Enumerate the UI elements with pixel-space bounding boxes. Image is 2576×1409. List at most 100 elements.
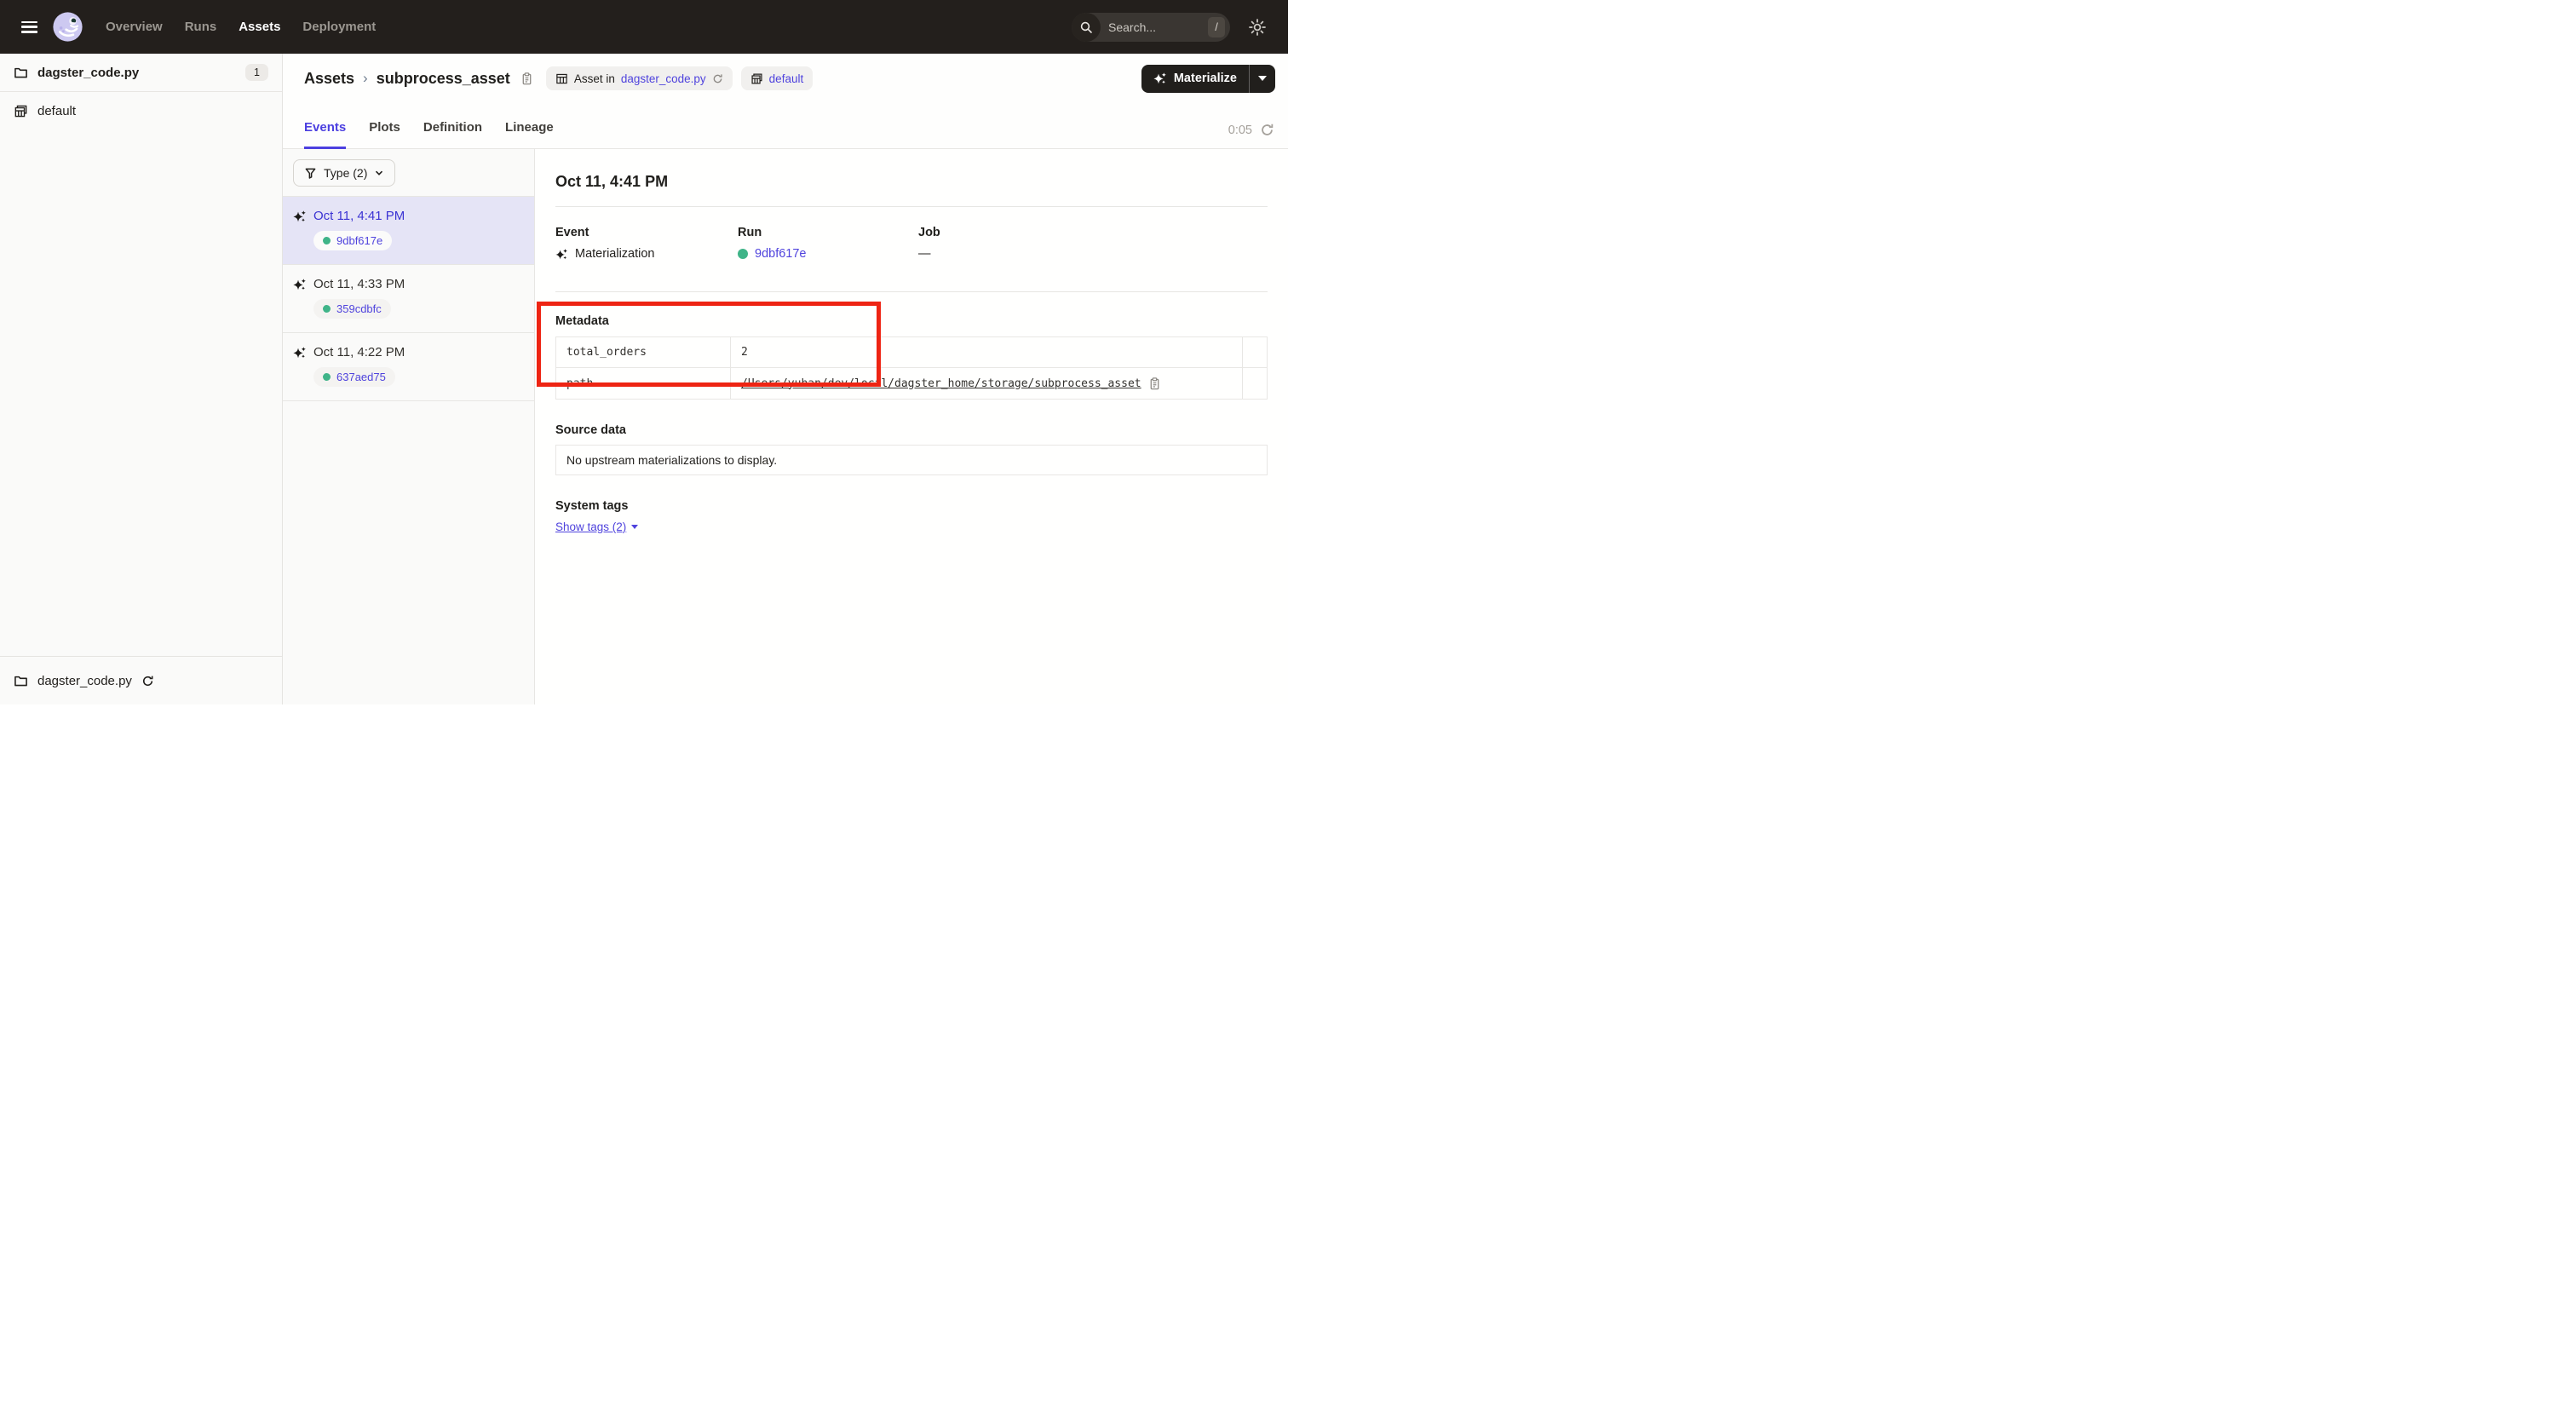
filter-funnel-icon xyxy=(304,167,317,180)
copy-asset-name-icon[interactable] xyxy=(520,72,533,86)
type-filter-button[interactable]: Type (2) xyxy=(293,159,395,187)
run-id-link[interactable]: 9dbf617e xyxy=(755,247,806,261)
breadcrumb: Assets › subprocess_asset xyxy=(304,70,533,88)
run-id-label: 359cdbfc xyxy=(336,302,382,315)
event-list-item[interactable]: Oct 11, 4:33 PM 359cdbfc xyxy=(283,265,534,333)
job-value: — xyxy=(918,247,931,261)
event-list-item[interactable]: Oct 11, 4:41 PM 9dbf617e xyxy=(283,197,534,265)
menu-icon[interactable] xyxy=(21,21,37,33)
events-list-panel: Type (2) Oct 11, 4:41 PM xyxy=(283,149,535,704)
asset-group-icon xyxy=(14,104,28,118)
metadata-actions-cell xyxy=(1243,368,1267,399)
event-type-value: Materialization xyxy=(575,247,655,261)
asset-group-icon xyxy=(750,72,763,85)
materialize-label: Materialize xyxy=(1174,72,1237,85)
dagster-logo[interactable] xyxy=(52,11,83,43)
nav-deployment[interactable]: Deployment xyxy=(302,20,376,34)
run-id-label: 637aed75 xyxy=(336,371,386,383)
metadata-value: /Users/yuhan/dev/local/dagster_home/stor… xyxy=(731,368,1243,399)
sidebar-count-badge: 1 xyxy=(245,64,268,81)
materialization-sparkle-icon xyxy=(293,346,307,359)
type-filter-label: Type (2) xyxy=(324,166,367,180)
settings-gear-icon[interactable] xyxy=(1248,18,1267,37)
chip-asset-group[interactable]: default xyxy=(741,66,814,90)
metadata-key: path xyxy=(556,368,731,399)
refresh-icon[interactable] xyxy=(712,73,723,84)
system-tags-heading: System tags xyxy=(555,499,1268,513)
caret-down-icon xyxy=(631,525,638,529)
asset-page-header: Assets › subprocess_asset Asset in dagst… xyxy=(283,54,1288,103)
sidebar-item-code-location[interactable]: dagster_code.py 1 xyxy=(0,54,282,92)
metadata-table: total_orders 2 path /Users/yuhan/dev/loc… xyxy=(555,336,1268,400)
folder-icon xyxy=(14,66,28,80)
sidebar-item-label: dagster_code.py xyxy=(37,66,139,80)
sidebar-item-default-group[interactable]: default xyxy=(0,92,282,130)
event-label: Event xyxy=(555,226,738,239)
event-detail-panel: Oct 11, 4:41 PM Event Run Job Materializ… xyxy=(535,149,1288,704)
materialization-sparkle-icon xyxy=(555,248,568,261)
search-placeholder: Search... xyxy=(1108,20,1208,34)
primary-nav: Overview Runs Assets Deployment xyxy=(106,20,376,34)
search-shortcut-key: / xyxy=(1208,17,1225,37)
metadata-actions-cell xyxy=(1243,337,1267,368)
source-data-empty-box: No upstream materializations to display. xyxy=(555,445,1268,475)
dagster-app: Overview Runs Assets Deployment Search..… xyxy=(0,0,1288,704)
folder-icon xyxy=(14,674,28,688)
chip-code-location-link[interactable]: dagster_code.py xyxy=(621,72,706,85)
event-info-grid: Event Run Job Materialization 9dbf617e xyxy=(555,226,1268,261)
event-timestamp-link[interactable]: Oct 11, 4:33 PM xyxy=(313,277,405,291)
run-status-dot xyxy=(323,373,331,381)
materialization-sparkle-icon xyxy=(293,210,307,223)
refresh-icon[interactable] xyxy=(141,675,154,687)
breadcrumb-assets-link[interactable]: Assets xyxy=(304,70,354,88)
sidebar-footer-label: dagster_code.py xyxy=(37,674,132,688)
events-filter-row: Type (2) xyxy=(283,149,534,197)
run-label: Run xyxy=(738,226,918,239)
materialization-sparkle-icon xyxy=(293,278,307,291)
tab-definition[interactable]: Definition xyxy=(423,120,482,149)
show-tags-label: Show tags (2) xyxy=(555,520,626,533)
tab-plots[interactable]: Plots xyxy=(369,120,400,149)
materialize-dropdown-button[interactable] xyxy=(1249,65,1275,93)
chevron-down-icon xyxy=(1258,76,1267,81)
event-timestamp-link[interactable]: Oct 11, 4:41 PM xyxy=(313,209,405,223)
materialize-button[interactable]: Materialize xyxy=(1141,65,1249,93)
materialize-split-button: Materialize xyxy=(1141,65,1275,93)
show-tags-link[interactable]: Show tags (2) xyxy=(555,520,638,533)
search-icon xyxy=(1072,13,1101,42)
nav-runs[interactable]: Runs xyxy=(185,20,217,34)
run-id-pill[interactable]: 359cdbfc xyxy=(313,299,391,319)
run-status-dot xyxy=(323,237,331,244)
breadcrumb-separator: › xyxy=(363,70,368,87)
metadata-heading: Metadata xyxy=(555,314,1268,328)
tab-lineage[interactable]: Lineage xyxy=(505,120,554,149)
run-status-dot xyxy=(323,305,331,313)
run-id-pill[interactable]: 9dbf617e xyxy=(313,231,392,250)
asset-context-chips: Asset in dagster_code.py default xyxy=(546,66,813,90)
event-timestamp-link[interactable]: Oct 11, 4:22 PM xyxy=(313,345,405,359)
search-input[interactable]: Search... / xyxy=(1072,13,1230,42)
run-status-dot xyxy=(738,249,748,259)
copy-path-icon[interactable] xyxy=(1148,377,1161,391)
event-list-item[interactable]: Oct 11, 4:22 PM 637aed75 xyxy=(283,333,534,401)
chip-asset-location[interactable]: Asset in dagster_code.py xyxy=(546,66,733,90)
source-data-heading: Source data xyxy=(555,423,1268,437)
sidebar-code-location-footer[interactable]: dagster_code.py xyxy=(0,656,282,704)
nav-overview[interactable]: Overview xyxy=(106,20,163,34)
run-id-pill[interactable]: 637aed75 xyxy=(313,367,395,387)
run-id-label: 9dbf617e xyxy=(336,234,382,247)
chip-group-link[interactable]: default xyxy=(769,72,804,85)
top-navigation-bar: Overview Runs Assets Deployment Search..… xyxy=(0,0,1288,54)
job-label: Job xyxy=(918,226,1268,239)
metadata-key: total_orders xyxy=(556,337,731,368)
timer-value: 0:05 xyxy=(1228,124,1252,137)
sidebar-item-label: default xyxy=(37,104,76,118)
page-title: subprocess_asset xyxy=(377,70,510,88)
event-detail-title: Oct 11, 4:41 PM xyxy=(555,173,1268,191)
metadata-path-link[interactable]: /Users/yuhan/dev/local/dagster_home/stor… xyxy=(741,377,1141,390)
nav-assets[interactable]: Assets xyxy=(239,20,280,34)
chip-prefix: Asset in xyxy=(574,72,615,85)
refresh-icon[interactable] xyxy=(1260,123,1274,137)
tab-events[interactable]: Events xyxy=(304,120,346,149)
asset-catalog-sidebar: dagster_code.py 1 default dagster_code.p… xyxy=(0,54,283,704)
